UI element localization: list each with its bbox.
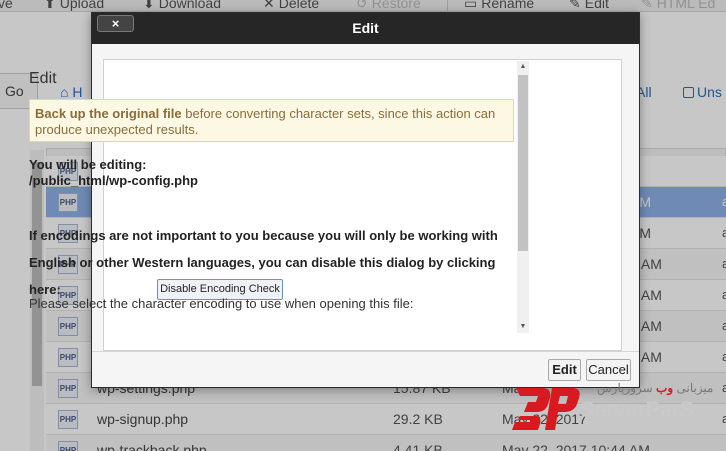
warning-bold-text: Back up the original file — [35, 106, 182, 121]
watermark-persian-text: میزبانی وب سرورپارس — [597, 381, 714, 395]
dialog-heading: Edit — [29, 70, 57, 87]
dialog-scroll-thumb[interactable] — [518, 75, 528, 251]
scroll-up-arrow-icon[interactable]: ▲ — [518, 63, 528, 71]
editing-path: /public_html/wp-config.php — [29, 173, 198, 188]
backup-warning: Back up the original file before convert… — [29, 99, 514, 142]
editing-label: You will be editing: — [29, 157, 147, 172]
dialog-title: Edit — [352, 20, 379, 36]
watermark-logo-icon — [512, 388, 580, 430]
dialog-close-button[interactable]: × — [97, 15, 134, 32]
scroll-down-arrow-icon[interactable]: ▼ — [518, 323, 528, 331]
cancel-button[interactable]: Cancel — [586, 359, 631, 381]
edit-dialog: Edit × — [91, 12, 640, 388]
edit-button[interactable]: Edit — [548, 359, 581, 381]
close-icon: × — [111, 16, 120, 31]
select-encoding-text: Please select the character encoding to … — [29, 296, 414, 311]
dialog-titlebar[interactable]: Edit × — [92, 13, 639, 44]
watermark-brand-text: ServerParS — [580, 397, 694, 422]
